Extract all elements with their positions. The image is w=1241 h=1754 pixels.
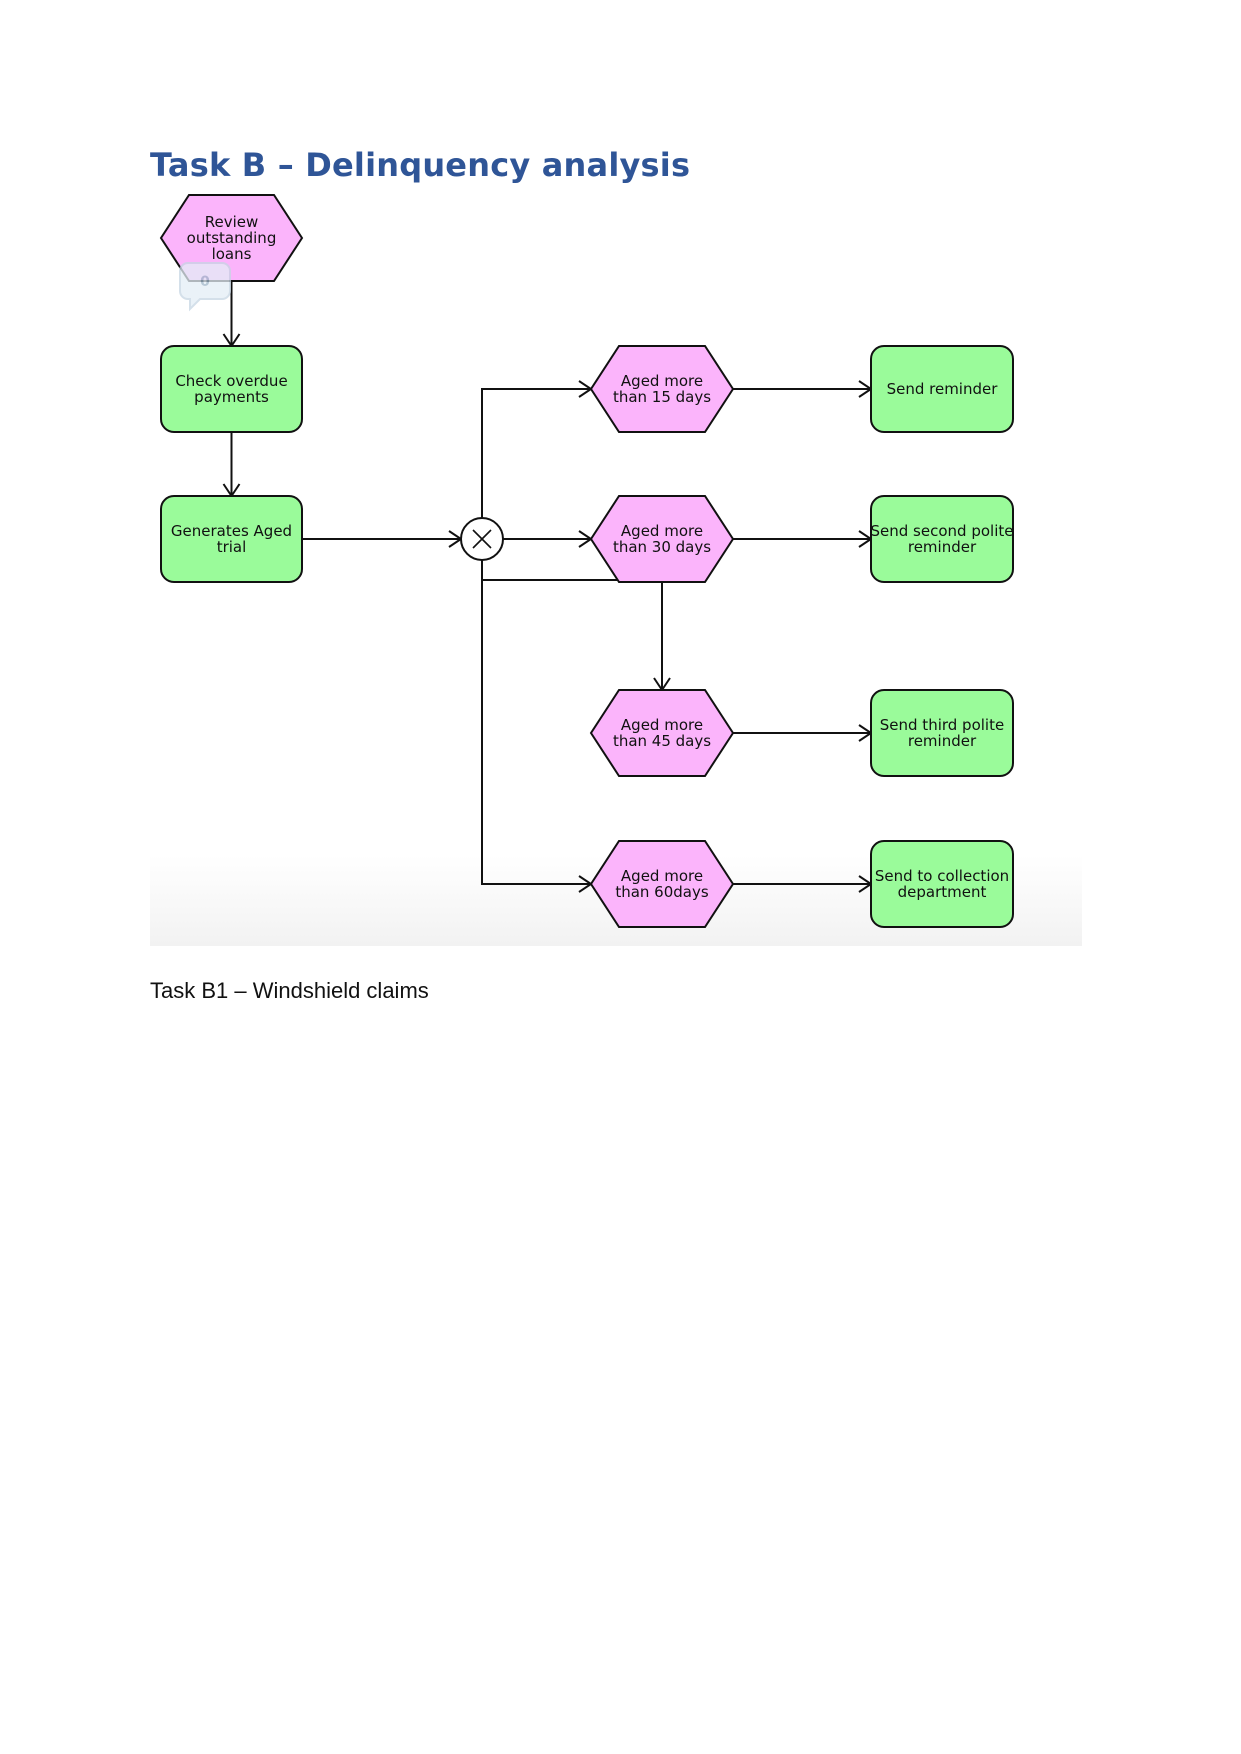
node-label-line: than 15 days (613, 388, 711, 406)
node-xor[interactable] (460, 517, 504, 561)
diagram-canvas: ReviewoutstandingloansCheck overduepayme… (159, 194, 1014, 928)
process-diagram: Review outstanding loans Check overdue payme… (150, 188, 1082, 946)
node-label-line: than 30 days (613, 538, 711, 556)
edge-aged60-to-collect (733, 875, 873, 893)
node-generate[interactable]: Generates Agedtrial (160, 495, 303, 583)
comment-count: 0 (200, 274, 210, 290)
node-check[interactable]: Check overduepayments (160, 345, 303, 433)
comment-bubble-icon: 0 (179, 262, 231, 312)
node-remind2[interactable]: Send second politereminder (870, 495, 1014, 583)
edge-xor-to-aged15 (481, 380, 593, 518)
node-aged60[interactable]: Aged morethan 60days (589, 840, 735, 928)
section-caption: Task B1 – Windshield claims (150, 978, 429, 1003)
edge-xor-to-aged30 (503, 530, 593, 548)
node-label-line: than 60days (615, 883, 709, 901)
node-aged45[interactable]: Aged morethan 45 days (589, 689, 735, 777)
edge-aged30-to-remind2 (733, 530, 873, 548)
node-aged15[interactable]: Aged morethan 15 days (589, 345, 735, 433)
node-label-line: Send reminder (887, 380, 999, 398)
node-aged30[interactable]: Aged morethan 30 days (589, 495, 735, 583)
node-remind1[interactable]: Send reminder (870, 345, 1014, 433)
page-heading: Task B – Delinquency analysis (150, 146, 691, 184)
node-collect[interactable]: Send to collectiondepartment (870, 840, 1014, 928)
edge-aged45-to-remind3 (733, 724, 873, 742)
node-label-line: loans (212, 245, 252, 263)
connector-line (481, 560, 591, 885)
node-label-line: than 45 days (613, 732, 711, 750)
node-label-line: reminder (908, 538, 977, 556)
node-remind3[interactable]: Send third politereminder (870, 689, 1014, 777)
node-label-line: department (898, 883, 987, 901)
edge-generate-to-xor (302, 530, 463, 548)
edge-aged15-to-remind1 (733, 380, 873, 398)
node-label-line: payments (194, 388, 269, 406)
node-label-line: reminder (908, 732, 977, 750)
node-label-line: trial (217, 538, 247, 556)
edge-check-to-generate (222, 432, 241, 498)
connector-line (481, 388, 591, 518)
edge-xor-to-aged60 (481, 560, 593, 893)
